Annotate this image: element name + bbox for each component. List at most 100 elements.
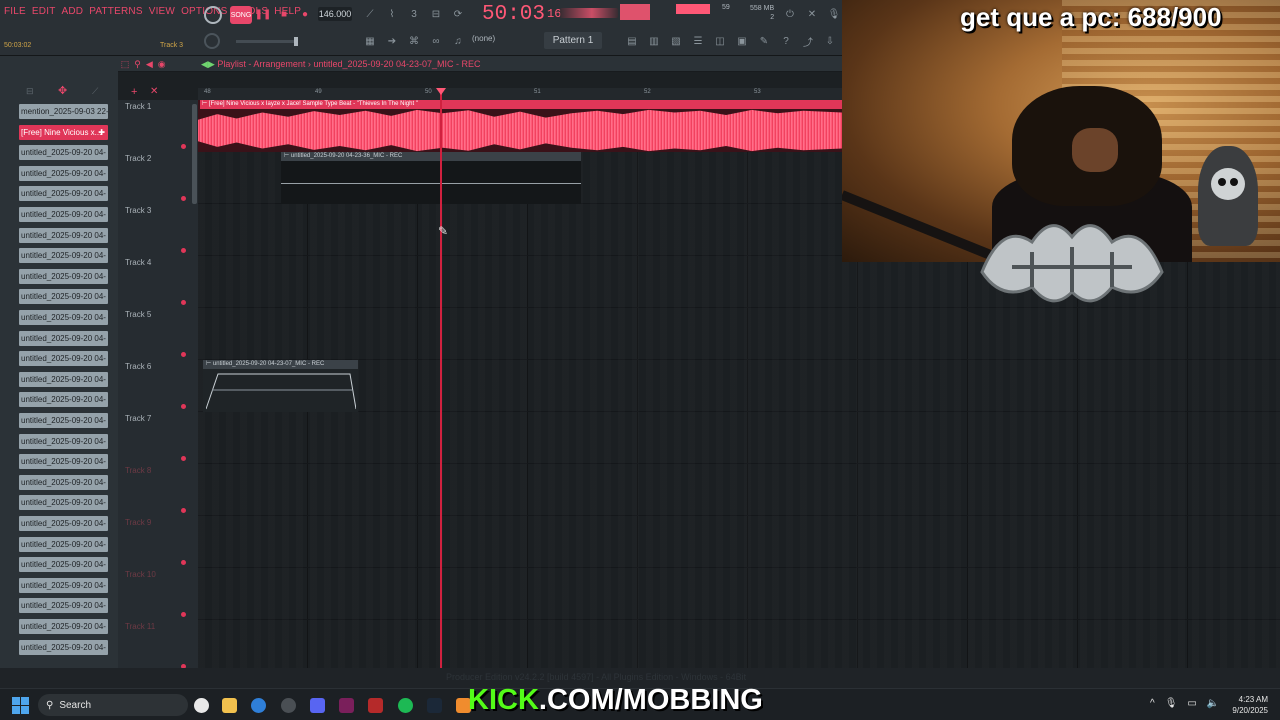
browser-item[interactable]: untitled_2025-09-20 04- xyxy=(19,413,108,428)
discord-icon[interactable] xyxy=(310,698,325,713)
track-label[interactable]: Track 9 xyxy=(125,518,151,527)
browser-item[interactable]: untitled_2025-09-20 04- xyxy=(19,557,108,573)
browser-item[interactable]: untitled_2025-09-20 04- xyxy=(19,207,108,222)
browser-icon[interactable]: ◫ xyxy=(712,34,728,48)
browser-item[interactable]: untitled_2025-09-20 04- xyxy=(19,330,108,346)
volume-icon[interactable]: 🔈 xyxy=(1207,698,1219,709)
channel-rack-icon[interactable]: ▧ xyxy=(668,34,684,48)
track-label[interactable]: Track 10 xyxy=(125,570,156,579)
play-pause-button[interactable]: ❚❚ xyxy=(255,7,272,21)
tempo-display[interactable]: 146.000 xyxy=(318,7,352,21)
track-mute-led[interactable] xyxy=(181,560,186,565)
menu-edit[interactable]: EDIT xyxy=(32,6,56,17)
playback-tool-icon[interactable]: ◀ xyxy=(146,59,153,71)
windows-start-icon[interactable] xyxy=(12,697,29,714)
metronome-icon[interactable]: ⟋ xyxy=(362,7,378,21)
track-label[interactable]: Track 2 xyxy=(125,154,151,163)
record-button[interactable]: ● xyxy=(298,7,312,21)
song-position-display[interactable]: 50:03 16 xyxy=(482,2,561,26)
tools-icon[interactable]: ✎ xyxy=(756,34,772,48)
taskbar-search[interactable]: ⚲ Search xyxy=(38,694,188,716)
browser-item[interactable]: untitled_2025-09-20 04- xyxy=(19,639,108,655)
music-app-icon[interactable] xyxy=(368,698,383,713)
snap-icon[interactable]: ▦ xyxy=(362,34,378,48)
browser-item[interactable]: untitled_2025-09-20 04- xyxy=(19,268,108,284)
browser-item[interactable]: mention_2025-09-03 22- xyxy=(19,104,108,119)
play-icon[interactable]: ◀▶ xyxy=(201,59,215,69)
slider-handle[interactable] xyxy=(294,37,298,46)
browser-item[interactable]: [Free] Nine Vicious x... ✚ xyxy=(19,124,108,140)
piano-roll-icon[interactable]: ▥ xyxy=(646,34,662,48)
menu-add[interactable]: ADD xyxy=(62,6,84,17)
browser-item[interactable]: untitled_2025-09-20 04- xyxy=(19,495,108,511)
bell-icon[interactable]: ♫ xyxy=(450,34,466,48)
audio-clip-rec-1[interactable]: ⊢ untitled_2025-09-20 04-23-36_MIC - REC xyxy=(281,152,581,204)
track-label[interactable]: Track 1 xyxy=(125,102,151,111)
browser-item[interactable]: untitled_2025-09-20 04- xyxy=(19,248,108,264)
browser-item[interactable]: untitled_2025-09-20 04- xyxy=(19,145,108,161)
file-explorer-icon[interactable] xyxy=(222,698,237,713)
none-selector[interactable]: (none) xyxy=(472,34,495,43)
track-label[interactable]: Track 4 xyxy=(125,258,151,267)
browser-item[interactable]: untitled_2025-09-20 04- xyxy=(19,227,108,243)
close-icon[interactable]: ✕ xyxy=(804,7,820,21)
browser-item[interactable]: untitled_2025-09-20 04- xyxy=(19,392,108,408)
track-label[interactable]: Track 5 xyxy=(125,310,151,319)
timeline-ruler[interactable]: 48 49 50 51 52 53 xyxy=(198,88,842,100)
track-label[interactable]: Track 8 xyxy=(125,466,151,475)
zoom-tool-icon[interactable]: ⚲ xyxy=(134,59,141,71)
pattern-selector[interactable]: Pattern 1 xyxy=(544,32,602,49)
audio-clip-beat[interactable]: ⊢ [Free] Nine Vicious x Iayze x Jace! Sa… xyxy=(198,100,844,152)
track-mute-led[interactable] xyxy=(181,612,186,617)
browser-back-icon[interactable]: ⊟ xyxy=(26,86,34,97)
song-mode-button[interactable]: SONG xyxy=(230,6,252,24)
edge-icon[interactable] xyxy=(251,698,266,713)
add-to-playlist-icon[interactable]: ✚ xyxy=(98,125,105,140)
track-label[interactable]: Track 3 xyxy=(125,206,151,215)
browser-item[interactable]: untitled_2025-09-20 04- xyxy=(19,598,108,614)
browser-item[interactable]: untitled_2025-09-20 04- xyxy=(19,310,108,325)
browser-item[interactable]: untitled_2025-09-20 04- xyxy=(19,186,108,202)
chrome-icon[interactable] xyxy=(194,698,209,713)
panic-icon[interactable]: ⏻ xyxy=(782,7,798,21)
track-label[interactable]: Track 11 xyxy=(125,622,155,631)
stop-button[interactable]: ■ xyxy=(277,7,291,21)
settings-icon[interactable] xyxy=(281,698,296,713)
mic-tray-icon[interactable]: 🎙 xyxy=(1165,698,1178,709)
track-mute-led[interactable] xyxy=(181,508,186,513)
browser-add-icon[interactable]: + xyxy=(131,86,137,98)
browser-item[interactable]: untitled_2025-09-20 04- xyxy=(19,371,108,387)
link-icon[interactable]: ∞ xyxy=(428,34,444,48)
speaker-icon[interactable]: ◉ xyxy=(158,59,166,71)
browser-item[interactable]: untitled_2025-09-20 04- xyxy=(19,165,108,181)
menu-view[interactable]: VIEW xyxy=(149,6,175,17)
download-icon[interactable]: ⇩ xyxy=(822,34,838,48)
track-mute-led[interactable] xyxy=(181,300,186,305)
wait-input-icon[interactable]: ⌇ xyxy=(384,7,400,21)
menu-patterns[interactable]: PATTERNS xyxy=(89,6,142,17)
loop-record-icon[interactable]: ⟳ xyxy=(450,7,466,21)
arrow-right-icon[interactable]: ➔ xyxy=(384,34,400,48)
track-mute-led[interactable] xyxy=(181,404,186,409)
chevron-up-icon[interactable]: ^ xyxy=(1150,698,1155,709)
select-tool-icon[interactable]: ⬚ xyxy=(121,59,130,71)
track-mute-led[interactable] xyxy=(181,144,186,149)
browser-item[interactable]: untitled_2025-09-20 04- xyxy=(19,474,108,490)
plugin-icon[interactable]: ▣ xyxy=(734,34,750,48)
browser-item[interactable]: untitled_2025-09-20 04- xyxy=(19,619,108,634)
playlist-scrollbar[interactable] xyxy=(192,104,197,204)
browser-item[interactable]: untitled_2025-09-20 04- xyxy=(19,536,108,552)
browser-item[interactable]: untitled_2025-09-20 04- xyxy=(19,351,108,367)
share-icon[interactable]: ⤴ xyxy=(800,34,816,49)
browser-item[interactable]: untitled_2025-09-20 04- xyxy=(19,577,108,593)
app-icon[interactable] xyxy=(339,698,354,713)
spotify-icon[interactable] xyxy=(398,698,413,713)
track-label[interactable]: Track 6 xyxy=(125,362,151,371)
browser-close-icon[interactable]: ✕ xyxy=(150,86,158,97)
browser-star-icon[interactable]: ⟋ xyxy=(92,86,98,97)
browser-nav-icon[interactable]: ✥ xyxy=(58,84,67,97)
pitch-knob[interactable] xyxy=(204,33,220,49)
mixer-icon[interactable]: ☰ xyxy=(690,34,706,48)
browser-item[interactable]: untitled_2025-09-20 04- xyxy=(19,433,108,449)
steam-icon[interactable] xyxy=(427,698,442,713)
